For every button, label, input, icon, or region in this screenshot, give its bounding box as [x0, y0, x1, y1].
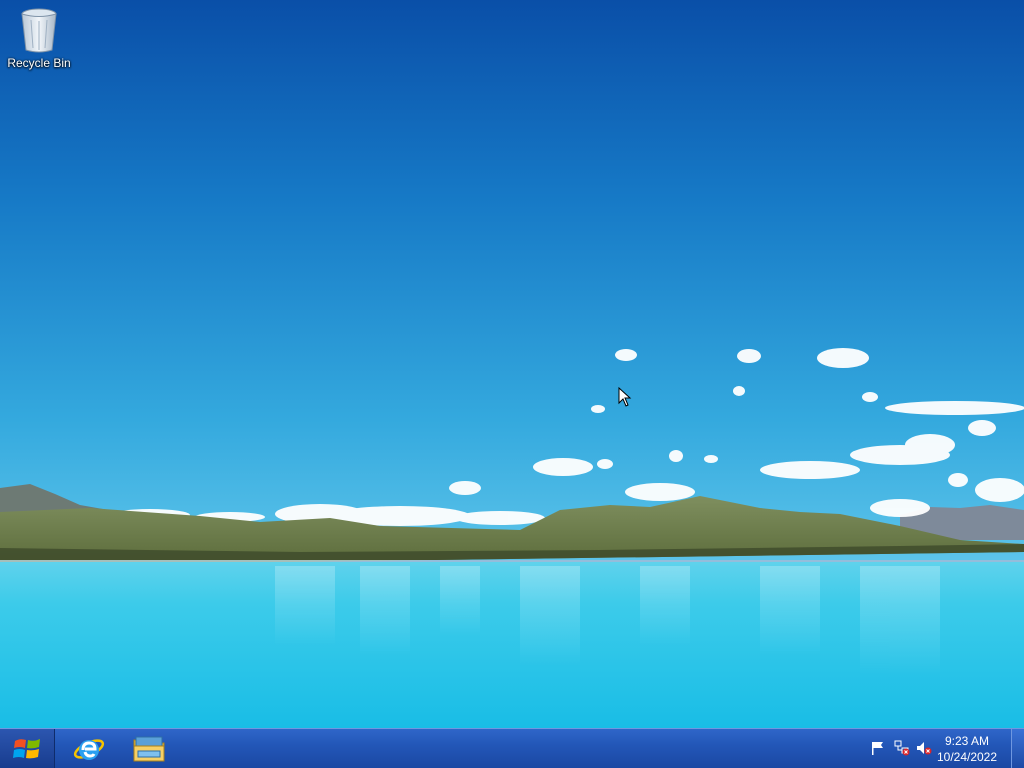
- show-desktop-button[interactable]: [1011, 729, 1024, 768]
- clock-time: 9:23 AM: [944, 734, 990, 748]
- network-disconnected-icon[interactable]: [894, 740, 910, 756]
- clock[interactable]: 9:23 AM 10/24/2022: [926, 733, 1008, 765]
- system-tray: 9:23 AM 10/24/2022: [854, 729, 1024, 768]
- windows-logo-icon: [13, 738, 40, 758]
- folder-icon: [133, 736, 165, 761]
- clock-date: 10/24/2022: [936, 750, 998, 764]
- taskbar: 9:23 AM 10/24/2022: [0, 728, 1024, 768]
- taskbar-button-internet-explorer[interactable]: [60, 729, 118, 768]
- action-center-flag-icon[interactable]: [870, 740, 886, 756]
- taskbar-button-file-explorer[interactable]: [120, 729, 178, 768]
- desktop[interactable]: Recycle Bin: [0, 0, 1024, 728]
- internet-explorer-icon: [73, 738, 105, 760]
- recycle-bin-icon: [19, 6, 59, 54]
- mouse-pointer-icon: [618, 387, 632, 407]
- desktop-icon-recycle-bin[interactable]: Recycle Bin: [4, 6, 74, 70]
- desktop-icon-label: Recycle Bin: [7, 56, 71, 70]
- wallpaper: [0, 0, 1024, 728]
- start-button[interactable]: [0, 729, 55, 768]
